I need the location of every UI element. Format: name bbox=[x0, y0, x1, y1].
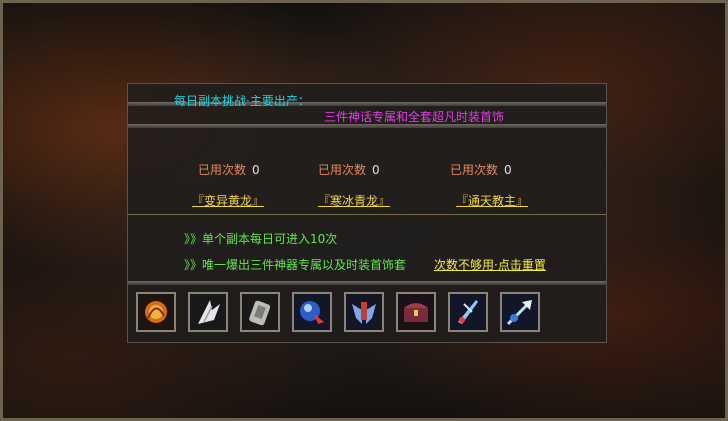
panel-title: 每日副本挑战·主要出产： bbox=[174, 94, 310, 108]
reward-slots bbox=[136, 292, 606, 332]
used-label: 已用次数 bbox=[198, 163, 247, 177]
white-wing-icon bbox=[190, 294, 226, 330]
used-label: 已用次数 bbox=[450, 163, 499, 177]
reward-slot-3[interactable] bbox=[240, 292, 280, 332]
reward-slot-8[interactable] bbox=[500, 292, 540, 332]
dungeon-link-ice-blue-dragon[interactable]: 『寒冰青龙』 bbox=[318, 192, 390, 209]
dungeon-link-tongtian-master[interactable]: 『通天教主』 bbox=[456, 192, 528, 209]
panel-subtitle: 三件神话专属和全套超凡时装首饰 bbox=[324, 110, 505, 124]
header-separator bbox=[128, 124, 606, 128]
reward-slot-6[interactable] bbox=[396, 292, 436, 332]
used-value: 0 bbox=[372, 163, 380, 177]
rule-line-2: 》》唯一爆出三件神器专属以及时装首饰套 bbox=[184, 258, 407, 272]
dungeon-challenge-panel: 每日副本挑战·主要出产： 三件神话专属和全套超凡时装首饰 已用次数 0 已用次数 0… bbox=[127, 83, 607, 343]
fire-orb-icon bbox=[138, 294, 174, 330]
crystal-spear-icon bbox=[502, 294, 538, 330]
used-value: 0 bbox=[504, 163, 512, 177]
section-divider bbox=[128, 214, 606, 215]
silver-scroll-icon bbox=[242, 294, 278, 330]
game-frame: 每日副本挑战·主要出产： 三件神话专属和全套超凡时装首饰 已用次数 0 已用次数 0… bbox=[0, 0, 728, 421]
dungeon-link-mutant-yellow-dragon[interactable]: 『变异黄龙』 bbox=[192, 192, 264, 209]
reward-slot-5[interactable] bbox=[344, 292, 384, 332]
reward-slot-2[interactable] bbox=[188, 292, 228, 332]
winged-armor-icon bbox=[346, 294, 382, 330]
reset-count-link[interactable]: 次数不够用·点击重置 bbox=[434, 256, 546, 273]
blue-crystal-icon bbox=[294, 294, 330, 330]
rewards-separator bbox=[128, 281, 606, 285]
rule-line-1: 》》单个副本每日可进入10次 bbox=[184, 232, 338, 246]
blue-blade-icon bbox=[450, 294, 486, 330]
used-label: 已用次数 bbox=[318, 163, 367, 177]
reward-slot-1[interactable] bbox=[136, 292, 176, 332]
reward-slot-7[interactable] bbox=[448, 292, 488, 332]
used-count-3: 已用次数 0 bbox=[450, 161, 512, 178]
treasure-chest-icon bbox=[398, 294, 434, 330]
reward-slot-4[interactable] bbox=[292, 292, 332, 332]
used-count-1: 已用次数 0 bbox=[198, 161, 260, 178]
used-value: 0 bbox=[252, 163, 260, 177]
used-count-2: 已用次数 0 bbox=[318, 161, 380, 178]
